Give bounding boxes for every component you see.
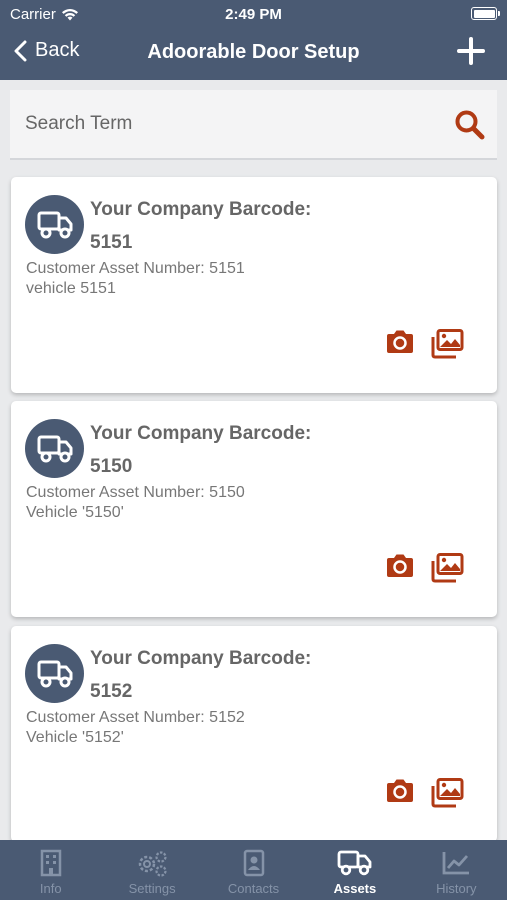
tab-label: Contacts: [227, 881, 280, 896]
gears-icon: [138, 851, 167, 877]
asset-avatar: [25, 644, 84, 703]
tab-settings[interactable]: Settings: [101, 840, 202, 900]
plus-icon: [457, 37, 485, 65]
barcode-label: Your Company Barcode:: [90, 423, 312, 444]
tab-label: Settings: [128, 881, 176, 896]
contact-book-icon: [243, 849, 264, 877]
barcode-value: 5151: [90, 232, 133, 253]
customer-asset-number: Customer Asset Number: 5152: [26, 709, 245, 726]
tab-assets[interactable]: Assets: [304, 840, 405, 900]
barcode-label: Your Company Barcode:: [90, 648, 312, 669]
barcode-label: Your Company Barcode:: [90, 199, 312, 220]
camera-icon: [387, 330, 413, 353]
customer-asset-number: Customer Asset Number: 5150: [26, 484, 245, 501]
navigation-bar: Back Adoorable Door Setup: [0, 30, 507, 74]
truck-icon: [337, 850, 372, 876]
add-asset-button[interactable]: [457, 37, 485, 70]
asset-card[interactable]: Your Company Barcode: 5151 Customer Asse…: [11, 177, 497, 393]
search-button[interactable]: [454, 109, 485, 145]
page-title: Adoorable Door Setup: [147, 41, 360, 63]
tab-label: Assets: [333, 881, 377, 896]
truck-icon: [37, 435, 72, 462]
gallery-icon: [431, 553, 464, 583]
battery-icon: [471, 7, 500, 20]
asset-description: Vehicle '5150': [26, 504, 124, 521]
barcode-value: 5150: [90, 456, 133, 477]
truck-icon: [37, 660, 72, 687]
asset-card[interactable]: Your Company Barcode: 5150 Customer Asse…: [11, 401, 497, 617]
tab-label: Info: [39, 881, 62, 896]
app-header: Carrier 2:49 PM Back Adoorable Door Setu…: [0, 0, 507, 80]
building-icon: [40, 849, 61, 877]
camera-button[interactable]: [385, 553, 415, 584]
tab-history[interactable]: History: [406, 840, 507, 900]
barcode-value: 5152: [90, 681, 133, 702]
asset-description: Vehicle '5152': [26, 729, 124, 746]
camera-icon: [387, 779, 413, 802]
search-icon: [455, 110, 485, 140]
asset-avatar: [25, 195, 84, 254]
gallery-button[interactable]: [430, 778, 464, 813]
gallery-button[interactable]: [430, 329, 464, 364]
gallery-icon: [431, 778, 464, 808]
gallery-icon: [431, 329, 464, 359]
chart-icon: [442, 852, 470, 875]
customer-asset-number: Customer Asset Number: 5151: [26, 260, 245, 277]
status-time: 2:49 PM: [225, 6, 282, 23]
search-input[interactable]: [10, 90, 430, 158]
tab-label: History: [436, 881, 477, 896]
camera-button[interactable]: [385, 329, 415, 360]
asset-avatar: [25, 419, 84, 478]
camera-icon: [387, 554, 413, 577]
tab-info[interactable]: Info: [0, 840, 101, 900]
status-bar: Carrier 2:49 PM: [0, 0, 507, 28]
asset-card[interactable]: Your Company Barcode: 5152 Customer Asse…: [11, 626, 497, 842]
tab-contacts[interactable]: Contacts: [203, 840, 304, 900]
camera-button[interactable]: [385, 778, 415, 809]
asset-description: vehicle 5151: [26, 280, 116, 297]
gallery-button[interactable]: [430, 553, 464, 588]
truck-icon: [37, 211, 72, 238]
tab-bar: Info Settings Contacts Assets History: [0, 840, 507, 900]
search-bar: [10, 90, 497, 160]
